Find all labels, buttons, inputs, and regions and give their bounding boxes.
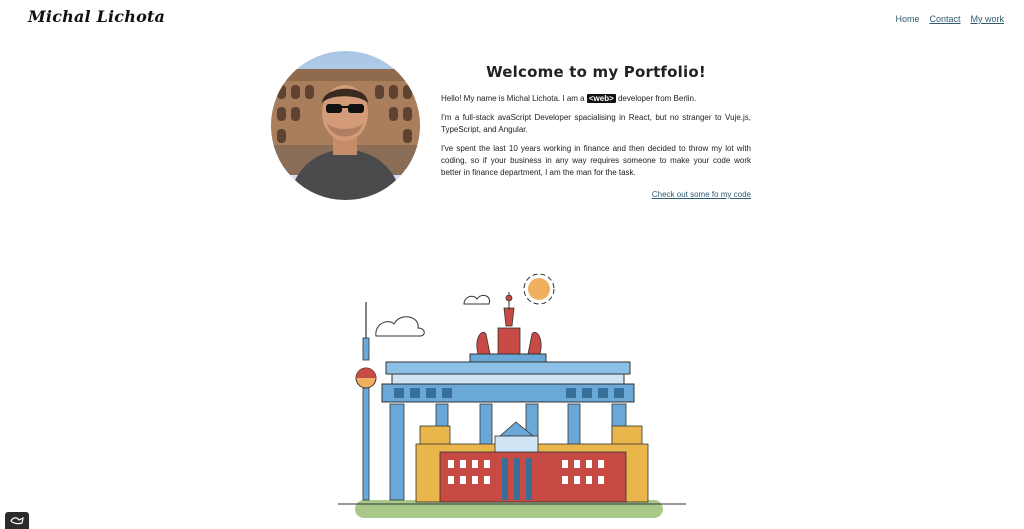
intro-text-before: Hello! My name is Michal Lichota. I am a xyxy=(441,94,587,103)
intro-paragraph-3: I've spent the last 10 years working in … xyxy=(441,144,751,177)
intro-paragraph-1: Hello! My name is Michal Lichota. I am a… xyxy=(441,93,751,105)
check-code-link[interactable]: Check out some fo my code xyxy=(441,189,751,201)
nav-contact[interactable]: Contact xyxy=(929,14,960,24)
chat-widget-button[interactable] xyxy=(5,512,29,529)
nav-home[interactable]: Home xyxy=(895,14,919,24)
profile-photo xyxy=(271,51,420,200)
intro-section: Welcome to my Portfolio! Hello! My name … xyxy=(441,63,751,201)
site-logo[interactable]: Michal Lichota xyxy=(28,7,165,26)
intro-text-after: developer from Berlin. xyxy=(615,94,697,103)
berlin-illustration xyxy=(330,268,700,522)
top-nav: Home Contact My work xyxy=(895,14,1004,24)
page-title: Welcome to my Portfolio! xyxy=(486,63,706,81)
portfolio-page: Michal Lichota Home Contact My work Welc… xyxy=(0,0,1024,529)
nav-my-work[interactable]: My work xyxy=(971,14,1005,24)
intro-paragraph-2: I'm a full-stack avaScript Developer spa… xyxy=(441,113,751,134)
chat-icon xyxy=(10,516,24,525)
web-tag-badge: <web> xyxy=(586,94,616,103)
